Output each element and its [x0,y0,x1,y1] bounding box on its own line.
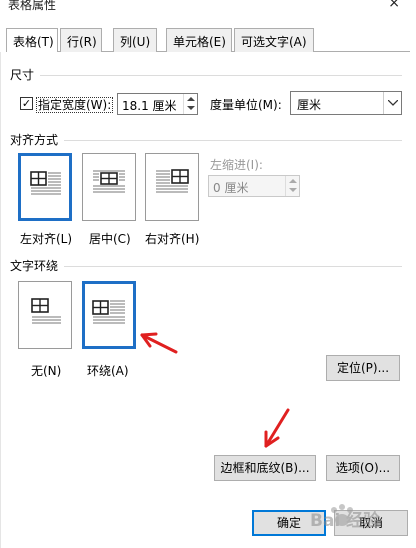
title-bar: 表格属性 × [0,0,416,14]
options-button[interactable]: 选项(O)... [326,455,400,481]
wrapping-section-divider [64,266,402,267]
tab-table[interactable]: 表格(T) [6,28,58,53]
indent-spinner-arrows[interactable] [285,176,299,196]
wrapping-section-label: 文字环绕 [10,259,59,273]
alignment-section-divider [64,140,402,141]
align-center-icon [93,170,125,193]
width-spinner-arrows[interactable] [183,94,197,114]
wrap-none-label: 无(N) [31,364,62,378]
wrap-none-icon [31,298,61,324]
tab-cell[interactable]: 单元格(E) [166,28,232,52]
close-icon[interactable]: × [388,0,400,11]
check-icon: ✓ [21,97,32,110]
align-left-option[interactable] [18,153,72,221]
indent-spinner[interactable]: 0 厘米 [208,175,300,197]
unit-label: 度量单位(M): [210,98,282,112]
spin-down-icon[interactable] [289,188,297,192]
unit-select[interactable]: 厘米 [290,91,402,115]
chevron-down-icon[interactable] [383,92,401,114]
size-section-label: 尺寸 [10,68,35,82]
unit-value: 厘米 [297,98,322,112]
align-right-icon [156,169,189,193]
watermark-text: Bai 经验 [310,511,381,531]
spin-down-icon[interactable] [187,106,195,110]
wrap-around-label: 环绕(A) [87,364,129,378]
align-center-label: 居中(C) [89,232,131,246]
spin-up-icon[interactable] [187,97,195,101]
position-button[interactable]: 定位(P)... [326,355,400,381]
align-left-icon [30,171,61,195]
align-center-option[interactable] [82,153,136,221]
wrap-around-option[interactable] [82,281,136,349]
wrap-around-icon [92,300,125,324]
borders-shading-button[interactable]: 边框和底纹(B)... [214,455,316,481]
align-left-label: 左对齐(L) [20,232,73,246]
wrap-none-option[interactable] [18,281,72,349]
indent-value: 0 厘米 [213,181,249,195]
preferred-width-checkbox[interactable]: ✓ [20,97,33,110]
align-right-label: 右对齐(H) [145,232,200,246]
window-title: 表格属性 [8,0,57,12]
baidu-watermark: Bai 经验 [290,498,410,538]
tab-row[interactable]: 行(R) [60,28,102,52]
width-value: 18.1 厘米 [122,99,177,113]
tab-alt-text[interactable]: 可选文字(A) [234,28,314,52]
spin-up-icon[interactable] [289,179,297,183]
preferred-width-label: 指定宽度(W): [36,97,114,113]
align-right-option[interactable] [145,153,199,221]
alignment-section-label: 对齐方式 [10,133,59,147]
indent-label: 左缩进(I): [210,158,263,172]
width-spinner[interactable]: 18.1 厘米 [117,93,198,115]
size-section-divider [40,75,402,76]
tab-column[interactable]: 列(U) [113,28,157,52]
